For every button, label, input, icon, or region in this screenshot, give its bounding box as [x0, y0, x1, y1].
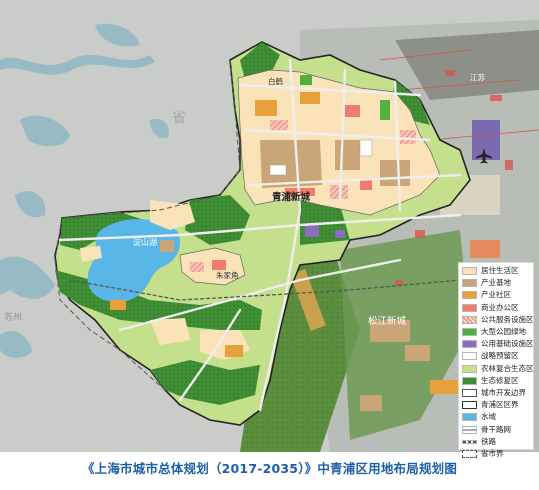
legend-item: 骨干路网 [462, 423, 530, 435]
legend-label: 生态修复区 [481, 375, 519, 385]
legend-swatch [462, 425, 477, 434]
legend-label: 铁路 [481, 436, 496, 446]
legend-item: 战略预留区 [462, 350, 530, 362]
province-label-faint: 省 [172, 110, 186, 126]
map-caption: 《上海市城市总体规划（2017-2035）》中青浦区用地布局规划图 [81, 461, 458, 476]
legend-item: 铁路 [462, 436, 530, 448]
legend-label: 商业办公区 [481, 302, 519, 312]
legend-item: 公用基础设施区 [462, 338, 534, 350]
zhujiajiao-label: 朱家角 [216, 270, 239, 280]
legend-item: 产业基地 [462, 277, 530, 289]
legend-item: 产业社区 [462, 289, 530, 301]
legend-label: 农林复合生态区 [481, 363, 534, 373]
legend-swatch [462, 328, 477, 337]
legend-label: 公用基础设施区 [481, 339, 534, 349]
legend-item: 农林复合生态区 [462, 363, 534, 375]
legend-label: 居住生活区 [481, 266, 519, 276]
legend-label: 水域 [481, 412, 496, 422]
legend-label: 大型公园绿地 [481, 327, 526, 337]
legend-item: 青浦区区界 [462, 399, 530, 411]
legend-swatch [462, 449, 477, 458]
legend-swatch [462, 413, 477, 422]
legend-label: 青浦区区界 [481, 400, 519, 410]
legend-label: 骨干路网 [481, 424, 511, 434]
legend-item: 公共服务设施区 [462, 314, 534, 326]
legend-item: 商业办公区 [462, 302, 530, 314]
legend-label: 产业社区 [481, 290, 511, 300]
legend-item: 生态修复区 [462, 375, 530, 387]
map-legend: 居住生活区产业基地产业社区商业办公区公共服务设施区 大型公园绿地 公用基础设施区 战略… [458, 262, 534, 458]
legend-swatch [462, 439, 477, 444]
legend-item: 城市开发边界 [462, 387, 530, 399]
legend-label: 公共服务设施区 [481, 314, 534, 324]
legend-swatch [462, 364, 477, 373]
legend-swatch [462, 340, 477, 349]
qingpu-new-city-label: 青浦新城 [272, 191, 311, 203]
legend-swatch [462, 352, 477, 361]
legend-swatch [462, 315, 477, 324]
legend-item: 水域 [462, 411, 530, 423]
songjiang-new-city-label: 松江新城 [368, 315, 407, 327]
legend-swatch [462, 376, 477, 385]
legend-swatch [462, 279, 477, 288]
legend-item: 大型公园绿地 [462, 326, 530, 338]
jiangsu-label-faint: 江苏 [470, 72, 485, 82]
legend-swatch [462, 291, 477, 300]
legend-swatch [462, 388, 477, 397]
legend-swatch [462, 303, 477, 312]
legend-label: 城市开发边界 [481, 387, 526, 397]
legend-swatch [462, 267, 477, 276]
legend-label: 战略预留区 [481, 351, 519, 361]
dianshan-lake-label: 淀山湖 [133, 237, 157, 247]
legend-swatch [462, 401, 477, 410]
legend-item: 居住生活区 [462, 265, 530, 277]
baihe-label: 白鹤 [268, 76, 283, 86]
legend-label: 产业基地 [481, 278, 511, 288]
suzhou-label-faint: 苏州 [4, 311, 22, 323]
